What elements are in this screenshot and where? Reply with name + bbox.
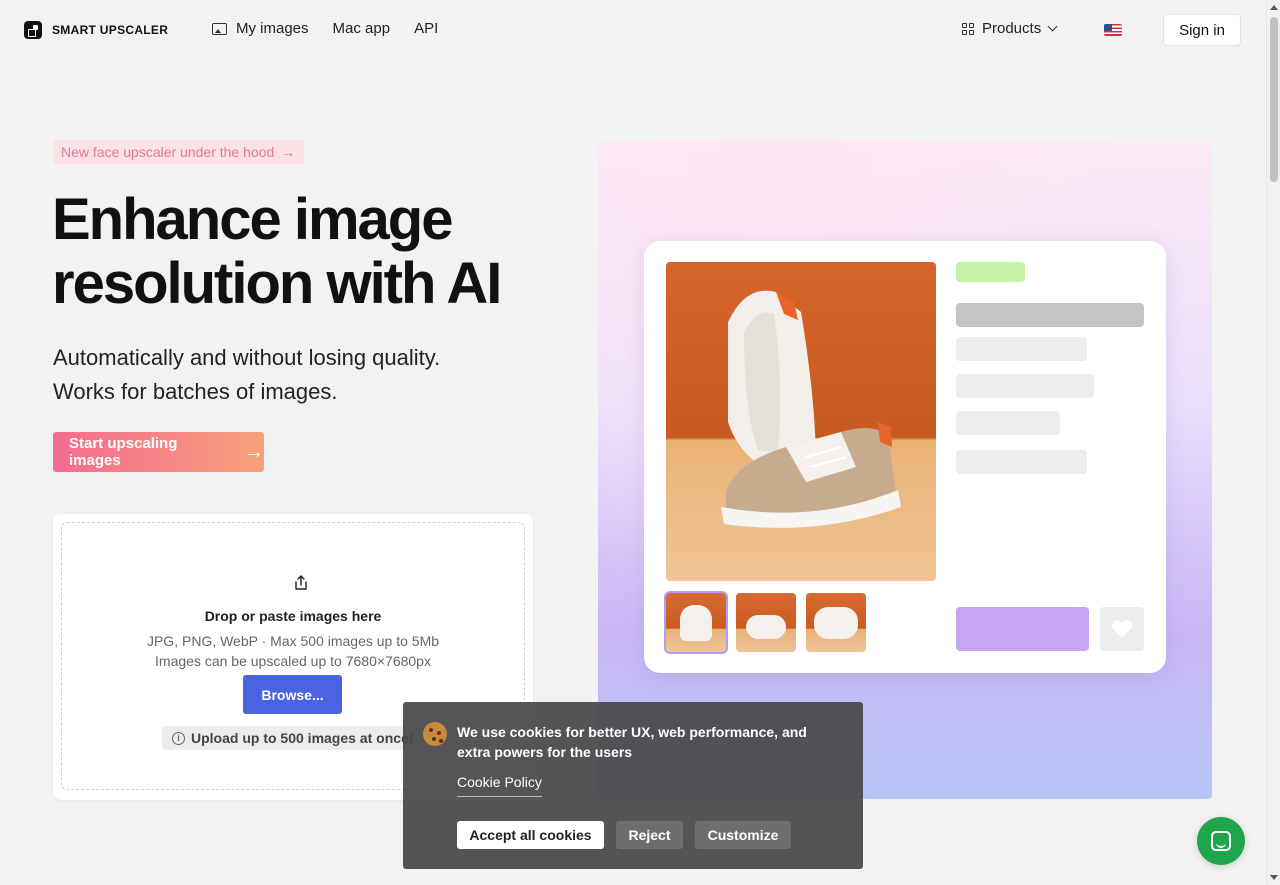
nav-mac-app-label: Mac app: [332, 20, 391, 37]
hero-title: Enhance image resolution with AI: [52, 188, 592, 316]
announcement-badge[interactable]: New face upscaler under the hood →: [53, 140, 305, 164]
hero-subtitle-line-2: Works for batches of images.: [53, 379, 338, 404]
logo-icon: [24, 21, 42, 39]
thumbnail: [736, 593, 796, 652]
start-upscaling-label: Start upscaling images: [69, 435, 178, 469]
grid-icon: [962, 22, 974, 35]
sign-in-button[interactable]: Sign in: [1163, 14, 1241, 46]
products-label: Products: [982, 20, 1042, 37]
product-card-mockup: [644, 241, 1166, 673]
nav-my-images[interactable]: My images: [212, 20, 309, 37]
customize-cookies-button[interactable]: Customize: [695, 821, 791, 849]
cookie-policy-link[interactable]: Cookie Policy: [457, 774, 542, 797]
text-placeholder: [956, 411, 1060, 435]
thumbnail: [664, 591, 728, 654]
image-icon: [212, 22, 227, 35]
size-limit-text: Images can be upscaled up to 7680×7680px: [155, 653, 431, 669]
title-placeholder: [956, 303, 1144, 327]
products-menu[interactable]: Products: [962, 20, 1058, 37]
reject-cookies-button[interactable]: Reject: [616, 821, 683, 849]
scroll-down-arrow[interactable]: [1270, 875, 1278, 880]
nav-my-images-label: My images: [236, 20, 309, 37]
browse-button[interactable]: Browse...: [243, 675, 342, 714]
logo-text: SMART UPSCALER: [52, 23, 169, 37]
sneaker-illustration: [721, 290, 901, 528]
favorite-button-placeholder: [1100, 607, 1144, 651]
start-upscaling-button[interactable]: Start upscaling images →: [53, 432, 264, 472]
upload-icon: [295, 575, 307, 590]
chat-icon: [1211, 831, 1231, 851]
page-scrollbar[interactable]: [1266, 0, 1280, 885]
text-placeholder: [956, 337, 1087, 361]
accept-cookies-button[interactable]: Accept all cookies: [457, 821, 604, 849]
hero-subtitle: Automatically and without losing quality…: [53, 341, 573, 409]
hero-subtitle-line-1: Automatically and without losing quality…: [53, 345, 441, 370]
batch-info-chip: i Upload up to 500 images at once!: [162, 726, 424, 750]
nav-mac-app[interactable]: Mac app: [333, 20, 391, 37]
chat-launcher-button[interactable]: [1197, 817, 1245, 865]
text-placeholder: [956, 374, 1094, 398]
hero-illustration: [598, 141, 1212, 799]
cookie-message: We use cookies for better UX, web perfor…: [457, 724, 807, 760]
top-header: SMART UPSCALER My images Mac app API Pro…: [0, 0, 1266, 60]
us-flag-icon[interactable]: [1104, 24, 1122, 36]
hero-title-line-1: Enhance image: [52, 187, 453, 252]
main-nav: My images Mac app API: [212, 20, 462, 37]
text-placeholder: [956, 450, 1087, 474]
scrollbar-thumb[interactable]: [1270, 17, 1278, 182]
scroll-up-arrow[interactable]: [1270, 5, 1278, 10]
arrow-right-icon: →: [244, 440, 264, 463]
thumbnail: [806, 593, 866, 652]
batch-info-text: Upload up to 500 images at once!: [191, 730, 414, 746]
drop-title: Drop or paste images here: [204, 608, 382, 624]
announcement-badge-label: New face upscaler under the hood: [61, 144, 275, 160]
heart-icon: [1111, 620, 1133, 638]
info-icon: i: [172, 731, 185, 745]
arrow-right-icon: →: [281, 144, 296, 160]
nav-api[interactable]: API: [414, 20, 438, 37]
nav-api-label: API: [414, 20, 439, 37]
cookie-icon: [423, 722, 447, 746]
buy-button-placeholder: [956, 607, 1089, 651]
formats-text: JPG, PNG, WebP · Max 500 images up to 5M…: [146, 633, 440, 649]
thumbnail-strip: [664, 591, 866, 654]
hero-title-line-2: resolution with AI: [52, 251, 502, 316]
price-tag-placeholder: [956, 262, 1025, 282]
cookie-banner: We use cookies for better UX, web perfor…: [403, 702, 863, 869]
logo[interactable]: SMART UPSCALER: [24, 21, 168, 39]
chevron-down-icon: [1047, 21, 1058, 32]
sneaker-photo: [666, 262, 936, 581]
